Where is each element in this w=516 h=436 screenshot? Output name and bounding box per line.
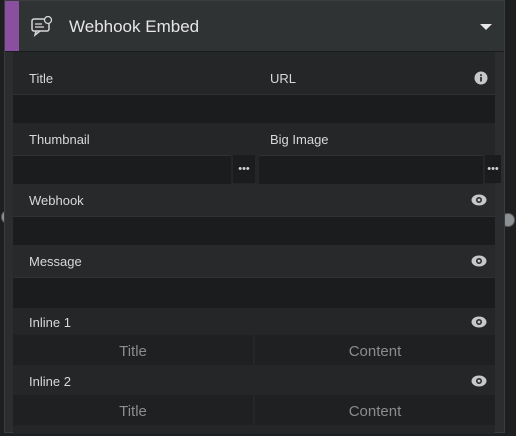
info-icon[interactable] <box>474 71 488 85</box>
webhook-input[interactable] <box>13 216 495 245</box>
inline-2-title-input[interactable]: Title <box>13 395 253 425</box>
thumbnail-label: Thumbnail <box>29 132 90 147</box>
webhook-row <box>13 184 495 216</box>
node-header[interactable]: Webhook Embed <box>5 1 504 52</box>
inline-1-content-placeholder: Content <box>348 343 402 360</box>
inline-1-label: Inline 1 <box>29 315 71 330</box>
inline-2-title-placeholder: Title <box>119 403 147 420</box>
title-url-input[interactable] <box>13 94 495 123</box>
thumbnail-input[interactable] <box>13 155 231 184</box>
inline-2-content-input[interactable]: Content <box>255 395 495 425</box>
inline-2-content-placeholder: Content <box>348 403 402 420</box>
big-image-label: Big Image <box>270 132 329 147</box>
message-row <box>13 245 495 277</box>
chat-bubble-icon <box>31 15 53 37</box>
inline-1-content-input[interactable]: Content <box>255 335 495 365</box>
inline-1-title-input[interactable]: Title <box>13 335 253 365</box>
webhook-embed-node[interactable]: Webhook Embed Title URL Thumbnail Big Im… <box>4 0 505 434</box>
big-image-browse-button[interactable]: ••• <box>485 155 501 183</box>
url-label: URL <box>270 71 297 86</box>
message-eye-icon[interactable] <box>471 254 487 268</box>
title-label: Title <box>29 71 54 86</box>
big-image-input[interactable] <box>259 155 483 184</box>
webhook-label: Webhook <box>29 193 84 208</box>
node-title: Webhook Embed <box>69 17 200 36</box>
caret-down-icon[interactable] <box>479 20 493 34</box>
inline-1-eye-icon[interactable] <box>471 315 487 329</box>
inline-2-eye-icon[interactable] <box>471 374 487 388</box>
webhook-eye-icon[interactable] <box>471 193 487 207</box>
message-input[interactable] <box>13 277 495 308</box>
inline-2-label: Inline 2 <box>29 374 71 389</box>
inline-1-title-placeholder: Title <box>119 343 147 360</box>
thumbnail-browse-button[interactable]: ••• <box>233 155 255 183</box>
node-accent-bar <box>5 1 19 51</box>
message-label: Message <box>29 254 82 269</box>
